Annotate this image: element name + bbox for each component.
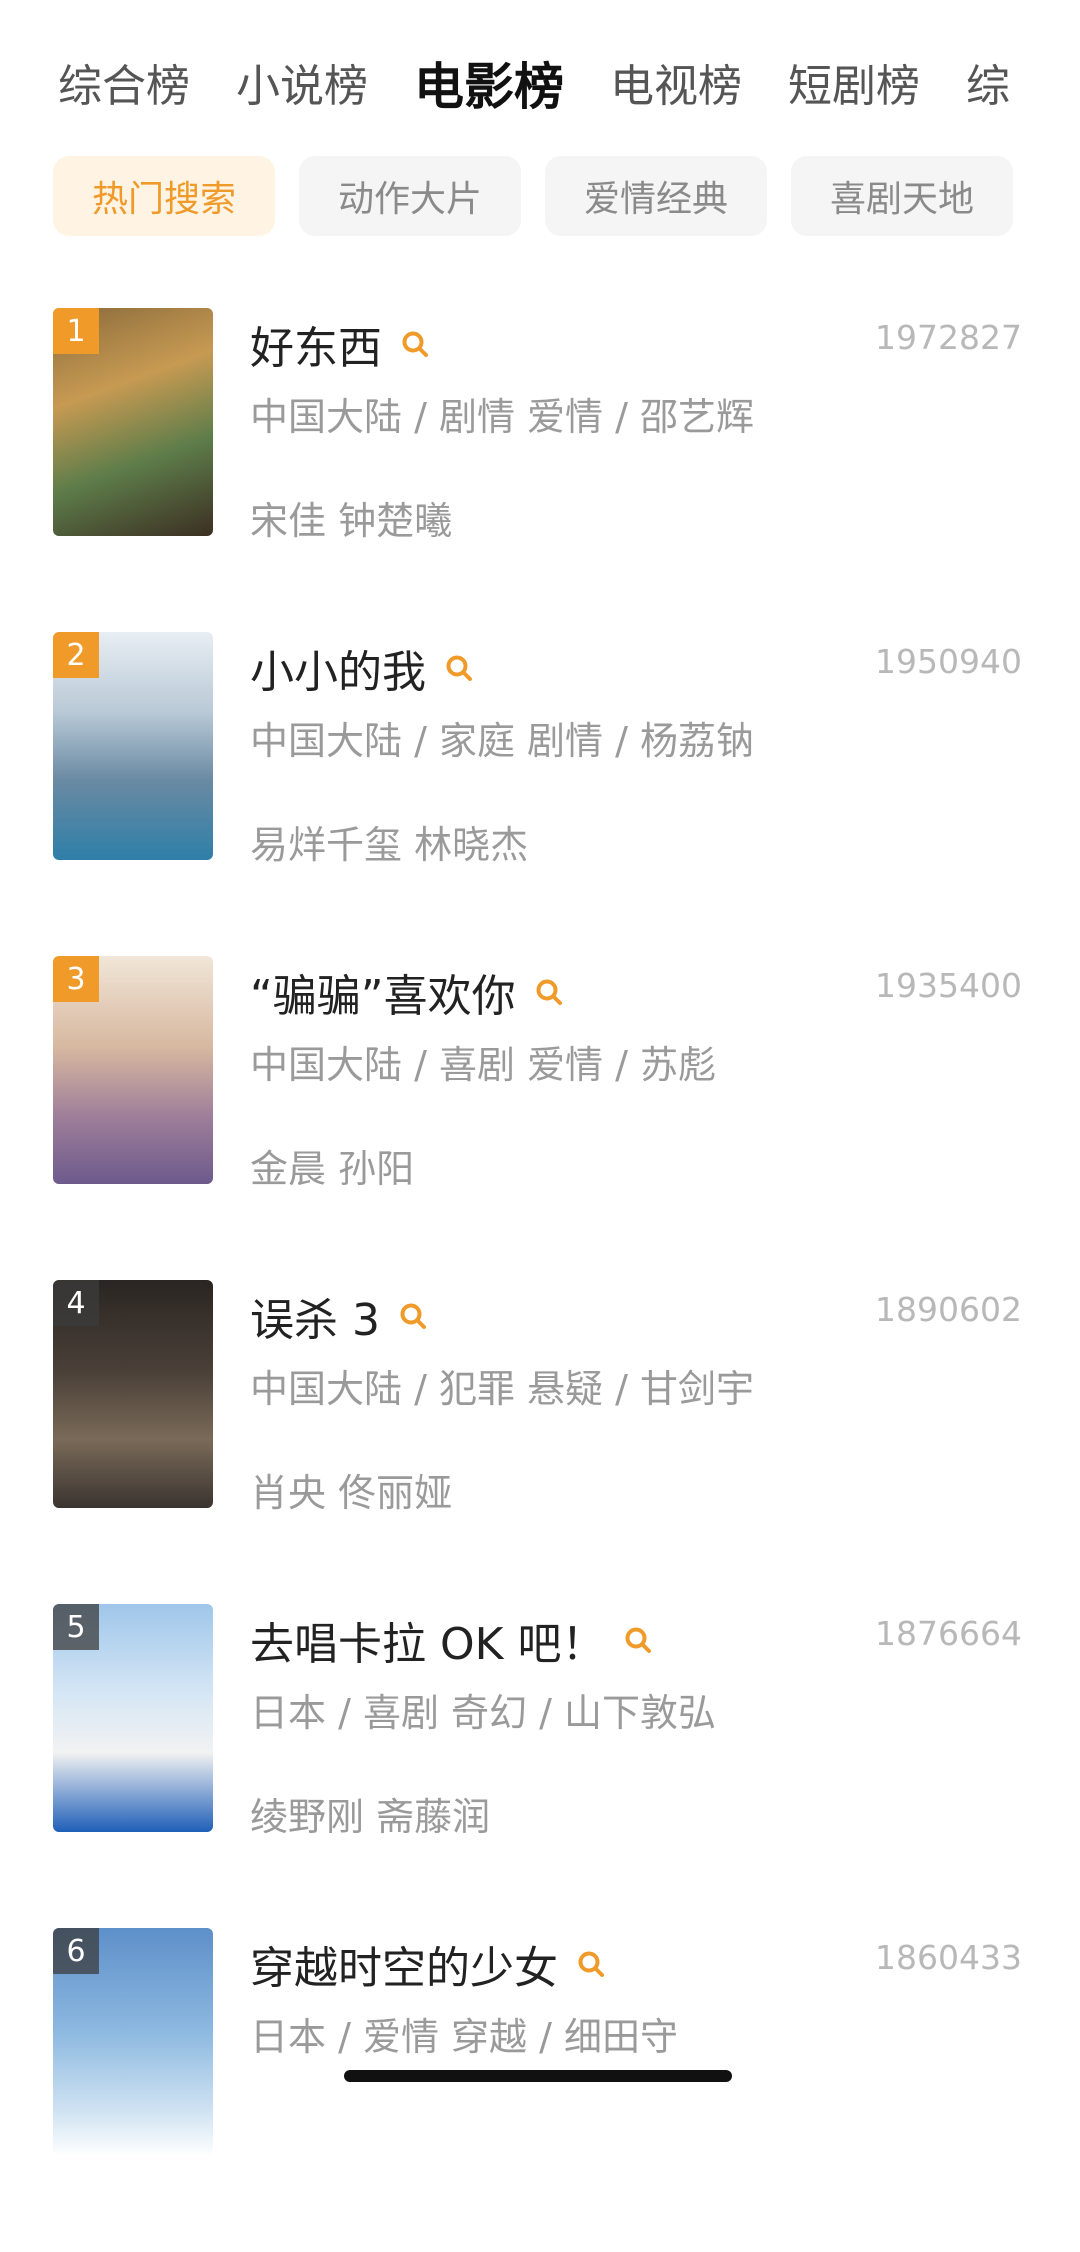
movie-poster[interactable]: 5 [53, 1604, 213, 1832]
search-icon[interactable] [398, 1301, 428, 1331]
movie-ranking-list: 1 好东西 1972827 中国大陆 / 剧情 爱情 / 邵艺辉 宋佳 钟楚曦 … [0, 308, 1080, 2252]
list-item[interactable]: 2 小小的我 1950940 中国大陆 / 家庭 剧情 / 杨荔钠 易烊千玺 林… [0, 632, 1080, 956]
tab-movie[interactable]: 电影榜 [414, 52, 564, 122]
search-count: 1890602 [875, 1290, 1022, 1329]
tab-variety-partial[interactable]: 综 [966, 52, 1010, 122]
search-count: 1935400 [875, 966, 1022, 1005]
search-icon[interactable] [534, 977, 564, 1007]
search-count: 1876664 [875, 1614, 1022, 1653]
search-icon[interactable] [444, 653, 474, 683]
movie-title-text: “骗骗”喜欢你 [250, 971, 516, 1022]
movie-title-text: 好东西 [250, 323, 382, 374]
list-item[interactable]: 3 “骗骗”喜欢你 1935400 中国大陆 / 喜剧 爱情 / 苏彪 金晨 孙… [0, 956, 1080, 1280]
movie-title-text: 误杀 3 [250, 1295, 380, 1346]
list-item[interactable]: 6 穿越时空的少女 1860433 日本 / 爱情 穿越 / 细田守 [0, 1928, 1080, 2252]
chip-romance[interactable]: 爱情经典 [545, 156, 767, 236]
search-icon[interactable] [623, 1625, 653, 1655]
movie-title[interactable]: 穿越时空的少女 [250, 1932, 606, 1996]
movie-title[interactable]: 小小的我 [250, 636, 474, 700]
rank-badge: 3 [53, 956, 99, 1002]
list-item[interactable]: 1 好东西 1972827 中国大陆 / 剧情 爱情 / 邵艺辉 宋佳 钟楚曦 [0, 308, 1080, 632]
tab-novel[interactable]: 小说榜 [236, 52, 368, 122]
rank-badge: 1 [53, 308, 99, 354]
movie-cast: 肖央 佟丽娅 [250, 1471, 453, 1515]
movie-meta: 中国大陆 / 剧情 爱情 / 邵艺辉 [250, 395, 755, 439]
movie-title-text: 去唱卡拉 OK 吧！ [250, 1619, 606, 1670]
search-count: 1972827 [875, 318, 1022, 357]
tab-short-drama[interactable]: 短剧榜 [788, 52, 920, 122]
tab-tv[interactable]: 电视榜 [610, 52, 742, 122]
chip-action[interactable]: 动作大片 [299, 156, 521, 236]
rank-badge: 5 [53, 1604, 99, 1650]
movie-meta: 日本 / 爱情 穿越 / 细田守 [250, 2015, 679, 2059]
rank-badge: 2 [53, 632, 99, 678]
search-count: 1950940 [875, 642, 1022, 681]
movie-meta: 中国大陆 / 喜剧 爱情 / 苏彪 [250, 1043, 717, 1087]
movie-meta: 中国大陆 / 犯罪 悬疑 / 甘剑宇 [250, 1367, 755, 1411]
rank-badge: 4 [53, 1280, 99, 1326]
movie-poster[interactable]: 6 [53, 1928, 213, 2156]
movie-cast: 易烊千玺 林晓杰 [250, 823, 529, 867]
movie-title-text: 穿越时空的少女 [250, 1943, 558, 1994]
movie-title[interactable]: “骗骗”喜欢你 [250, 960, 564, 1024]
movie-poster[interactable]: 2 [53, 632, 213, 860]
movie-poster[interactable]: 4 [53, 1280, 213, 1508]
chip-comedy[interactable]: 喜剧天地 [791, 156, 1013, 236]
ranking-tabs: 综合榜 小说榜 电影榜 电视榜 短剧榜 综 [58, 52, 1010, 122]
movie-poster[interactable]: 3 [53, 956, 213, 1184]
movie-meta: 日本 / 喜剧 奇幻 / 山下敦弘 [250, 1691, 717, 1735]
chip-hot-search[interactable]: 热门搜索 [53, 156, 275, 236]
tab-overall[interactable]: 综合榜 [58, 52, 190, 122]
movie-cast: 绫野刚 斋藤润 [250, 1795, 491, 1839]
search-icon[interactable] [576, 1949, 606, 1979]
search-icon[interactable] [400, 329, 430, 359]
category-chips: 热门搜索 动作大片 爱情经典 喜剧天地 [53, 156, 1013, 236]
movie-title[interactable]: 去唱卡拉 OK 吧！ [250, 1608, 653, 1672]
rank-badge: 6 [53, 1928, 99, 1974]
movie-title[interactable]: 好东西 [250, 312, 430, 376]
movie-title-text: 小小的我 [250, 647, 426, 698]
list-item[interactable]: 5 去唱卡拉 OK 吧！ 1876664 日本 / 喜剧 奇幻 / 山下敦弘 绫… [0, 1604, 1080, 1928]
movie-title[interactable]: 误杀 3 [250, 1284, 428, 1348]
movie-poster[interactable]: 1 [53, 308, 213, 536]
list-item[interactable]: 4 误杀 3 1890602 中国大陆 / 犯罪 悬疑 / 甘剑宇 肖央 佟丽娅 [0, 1280, 1080, 1604]
home-indicator[interactable] [344, 2070, 732, 2082]
movie-cast: 宋佳 钟楚曦 [250, 499, 453, 543]
movie-cast: 金晨 孙阳 [250, 1147, 415, 1191]
movie-meta: 中国大陆 / 家庭 剧情 / 杨荔钠 [250, 719, 755, 763]
search-count: 1860433 [875, 1938, 1022, 1977]
